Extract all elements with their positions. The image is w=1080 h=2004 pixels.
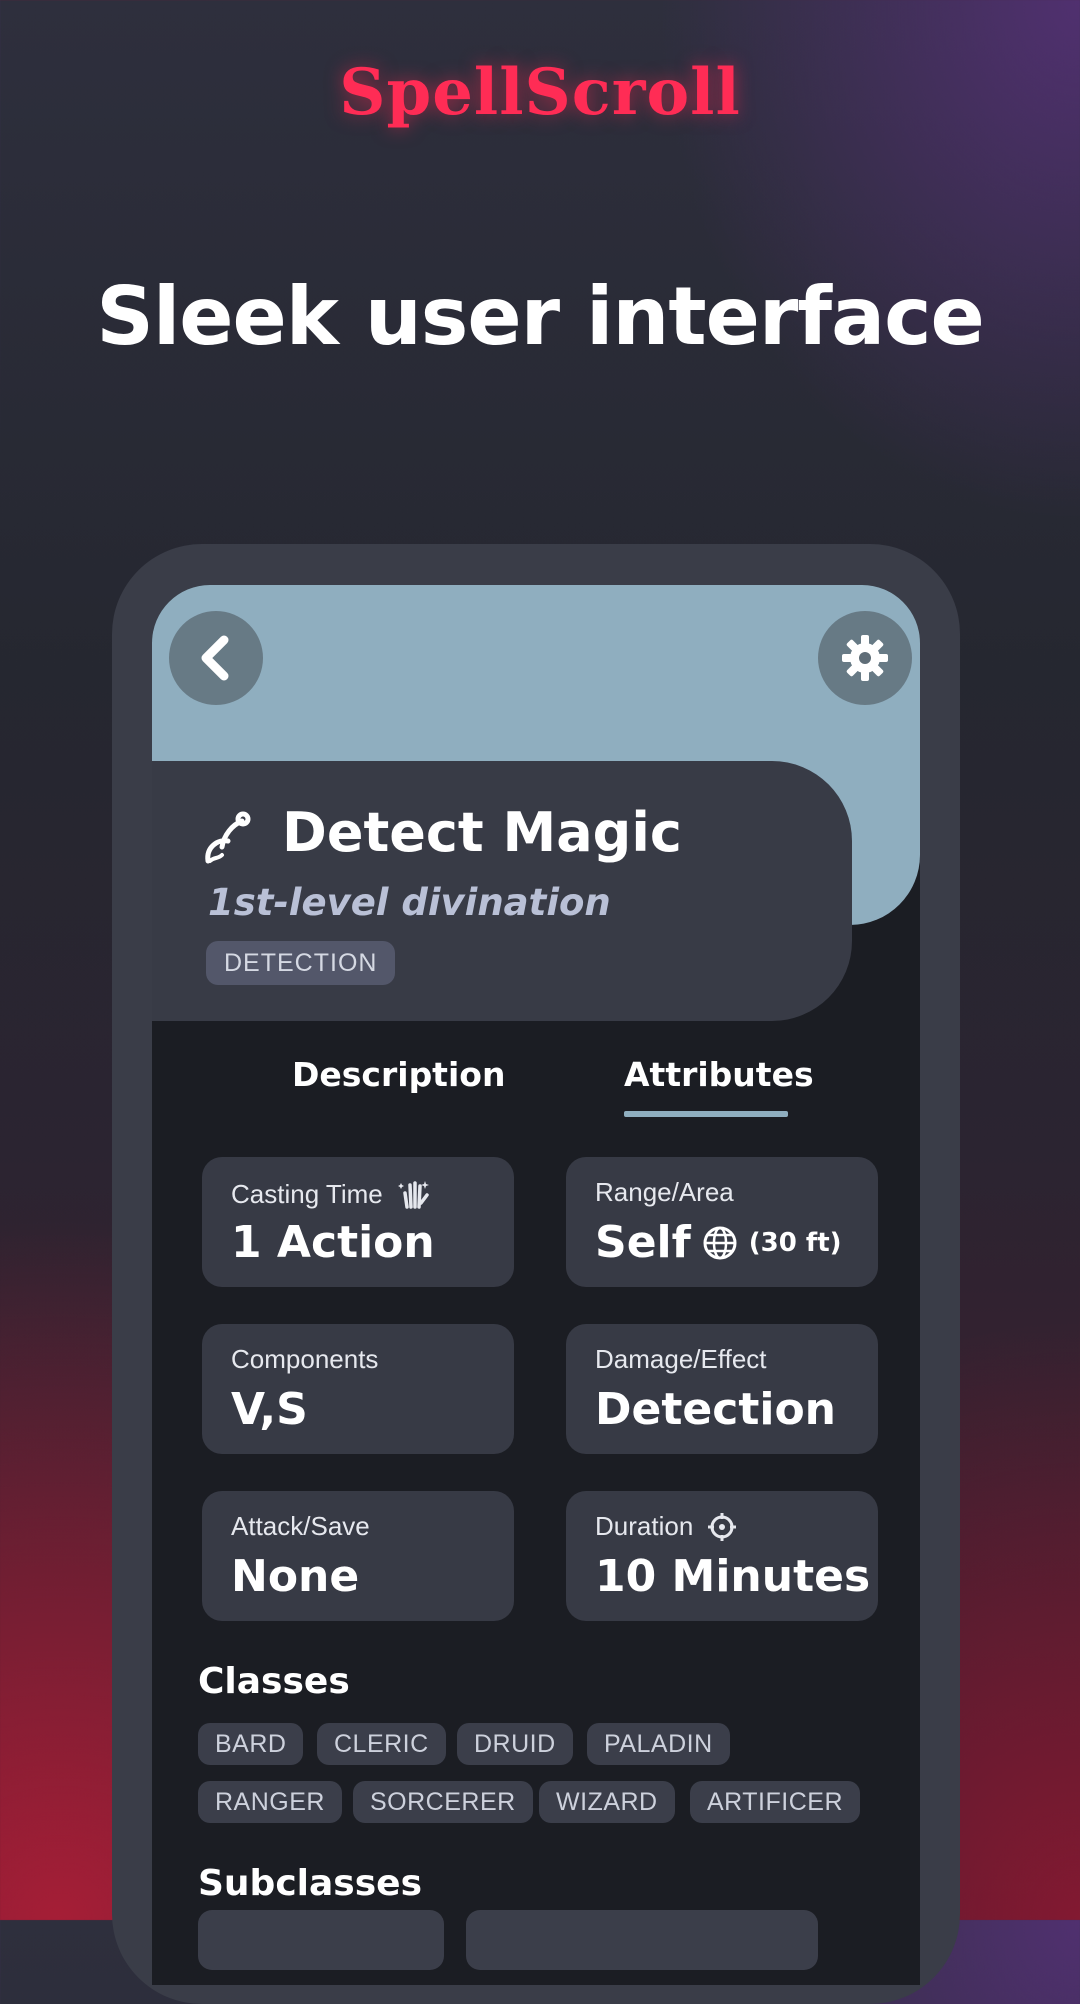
range-area-value: Self xyxy=(595,1217,691,1268)
promo-headline: Sleek user interface xyxy=(96,270,985,363)
range-area-card: Range/Area Self (30 ft) xyxy=(566,1157,878,1287)
spell-wand-icon xyxy=(205,811,251,864)
damage-effect-label: Damage/Effect xyxy=(595,1344,767,1374)
attack-save-label: Attack/Save xyxy=(231,1511,370,1541)
tab-bar: Description Attributes xyxy=(152,1055,920,1125)
app-screen: Detect Magic 1st-level divination DETECT… xyxy=(152,585,920,1985)
tab-description[interactable]: Description xyxy=(292,1055,505,1094)
settings-button[interactable] xyxy=(818,611,912,705)
class-chip-cleric[interactable]: CLERIC xyxy=(317,1723,446,1765)
class-chip-artificer[interactable]: ARTIFICER xyxy=(690,1781,860,1823)
duration-label: Duration xyxy=(595,1511,694,1541)
range-area-extra: (30 ft) xyxy=(748,1227,842,1258)
class-chip-wizard[interactable]: WIZARD xyxy=(539,1781,675,1823)
active-tab-indicator xyxy=(624,1111,788,1117)
hand-sparkle-icon xyxy=(397,1181,429,1209)
subclasses-title: Subclasses xyxy=(198,1863,422,1904)
subclass-chip[interactable] xyxy=(198,1910,444,1970)
duration-value: 10 Minutes xyxy=(595,1551,871,1602)
attack-save-card: Attack/Save None xyxy=(202,1491,514,1621)
app-logo: SpellScroll xyxy=(339,55,741,130)
classes-title: Classes xyxy=(198,1661,350,1702)
spell-level-school: 1st-level divination xyxy=(208,881,611,924)
components-card: Components V,S xyxy=(202,1324,514,1454)
damage-effect-value: Detection xyxy=(595,1384,836,1435)
gear-icon xyxy=(842,635,888,681)
chevron-left-icon xyxy=(201,635,229,681)
class-chip-paladin[interactable]: PALADIN xyxy=(587,1723,730,1765)
sphere-icon xyxy=(703,1226,737,1259)
class-chip-sorcerer[interactable]: SORCERER xyxy=(353,1781,533,1823)
attack-save-value: None xyxy=(231,1551,360,1602)
casting-time-value: 1 Action xyxy=(231,1217,435,1268)
casting-time-label: Casting Time xyxy=(231,1178,383,1209)
components-value: V,S xyxy=(231,1384,308,1435)
damage-effect-card: Damage/Effect Detection xyxy=(566,1324,878,1454)
back-button[interactable] xyxy=(169,611,263,705)
class-chip-bard[interactable]: BARD xyxy=(198,1723,304,1765)
components-label: Components xyxy=(231,1344,379,1374)
subclass-chip[interactable] xyxy=(466,1910,818,1970)
spell-name: Detect Magic xyxy=(282,801,682,864)
spell-tag: DETECTION xyxy=(206,941,396,985)
casting-time-card: Casting Time 1 Action xyxy=(202,1157,514,1287)
duration-card: Duration 10 Minutes xyxy=(566,1491,878,1621)
class-chip-druid[interactable]: DRUID xyxy=(457,1723,573,1765)
concentration-icon xyxy=(708,1512,737,1541)
class-chip-ranger[interactable]: RANGER xyxy=(198,1781,342,1823)
range-area-label: Range/Area xyxy=(595,1177,734,1207)
tab-attributes[interactable]: Attributes xyxy=(624,1055,814,1094)
